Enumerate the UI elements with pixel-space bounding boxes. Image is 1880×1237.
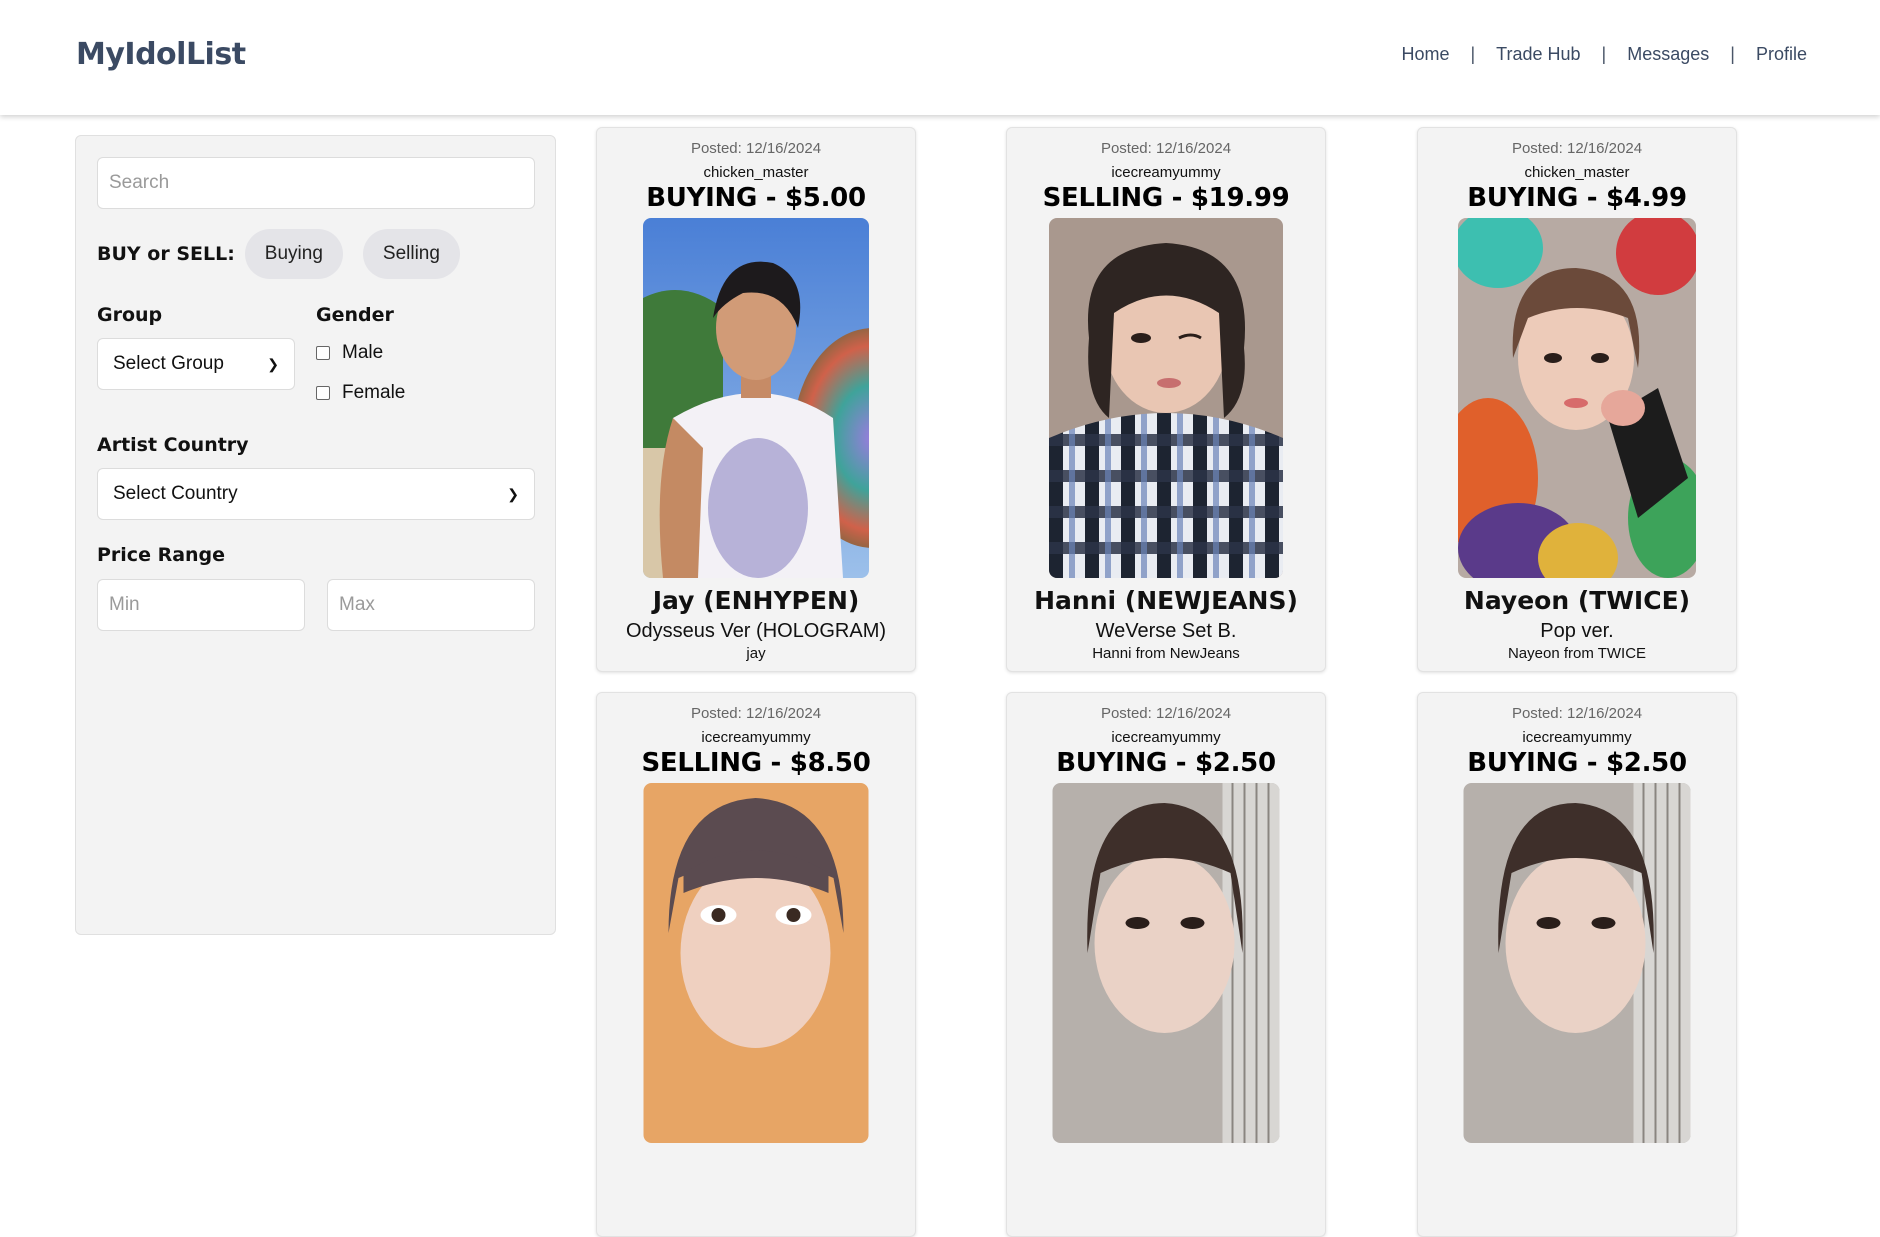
posted-date: Posted: 12/16/2024 [1511, 140, 1643, 157]
country-label: Artist Country [97, 434, 249, 456]
nav-separator: | [1470, 44, 1476, 64]
filter-sidebar: BUY or SELL: Buying Selling Group Select… [75, 135, 556, 935]
male-checkbox[interactable] [316, 346, 330, 360]
buy-sell-label: BUY or SELL: [97, 243, 235, 265]
listing-user[interactable]: icecreamyummy [597, 729, 915, 746]
price-range-label: Price Range [97, 544, 226, 566]
listing-card[interactable]: Posted: 12/16/2024 icecreamyummy SELLING… [596, 692, 916, 1237]
listing-price: SELLING - $19.99 [1042, 183, 1290, 213]
posted-date: Posted: 12/16/2024 [1511, 705, 1643, 722]
photocard-image[interactable] [1458, 218, 1696, 578]
female-checkbox[interactable] [316, 386, 330, 400]
card-description: Hanni from NewJeans [1092, 645, 1240, 662]
posted-date: Posted: 12/16/2024 [1100, 705, 1232, 722]
listing-user[interactable]: chicken_master [1418, 164, 1736, 181]
male-label: Male [342, 342, 384, 363]
listing-card[interactable]: Posted: 12/16/2024 icecreamyummy BUYING … [1417, 692, 1737, 1237]
photocard-image[interactable] [1052, 783, 1280, 1143]
selling-toggle[interactable]: Selling [362, 229, 460, 279]
card-description: jay [746, 645, 766, 662]
card-version: Pop ver. [1540, 620, 1614, 642]
nav-separator: | [1730, 44, 1735, 64]
gender-option-male[interactable]: Male [316, 342, 383, 364]
nav-profile[interactable]: Profile [1756, 44, 1807, 65]
max-price-input[interactable] [327, 579, 535, 631]
listing-price: BUYING - $4.99 [1467, 183, 1687, 213]
search-input[interactable] [97, 157, 535, 209]
idol-name: Nayeon (TWICE) [1463, 586, 1691, 615]
idol-name: Hanni (NEWJEANS) [1034, 586, 1298, 615]
listing-price: SELLING - $8.50 [641, 748, 871, 778]
chevron-down-icon: ❯ [507, 485, 519, 502]
nav-home[interactable]: Home [1401, 44, 1449, 65]
listing-card[interactable]: Posted: 12/16/2024 icecreamyummy SELLING… [1006, 127, 1326, 672]
listing-card[interactable]: Posted: 12/16/2024 icecreamyummy BUYING … [1006, 692, 1326, 1237]
gender-label: Gender [316, 304, 394, 326]
listing-user[interactable]: chicken_master [597, 164, 915, 181]
brand-logo[interactable]: MyIdolList [76, 37, 246, 72]
photocard-image[interactable] [1463, 783, 1691, 1143]
listing-price: BUYING - $5.00 [646, 183, 866, 213]
female-label: Female [342, 382, 406, 403]
top-navbar: MyIdolList Home | Trade Hub | Messages |… [0, 0, 1880, 115]
listing-user[interactable]: icecreamyummy [1418, 729, 1736, 746]
listing-user[interactable]: icecreamyummy [1007, 729, 1325, 746]
country-select-value: Select Country [113, 483, 238, 504]
photocard-image[interactable] [643, 218, 869, 578]
nav-trade-hub[interactable]: Trade Hub [1496, 44, 1580, 65]
listing-price: BUYING - $2.50 [1056, 748, 1276, 778]
posted-date: Posted: 12/16/2024 [1100, 140, 1232, 157]
photocard-image[interactable] [643, 783, 869, 1143]
main-nav: Home | Trade Hub | Messages | Profile [1401, 44, 1807, 65]
chevron-down-icon: ❯ [267, 355, 279, 372]
listing-card[interactable]: Posted: 12/16/2024 chicken_master BUYING… [1417, 127, 1737, 672]
buy-sell-filter: BUY or SELL: Buying Selling [97, 229, 480, 279]
buying-toggle[interactable]: Buying [244, 229, 343, 279]
card-description: Nayeon from TWICE [1507, 645, 1647, 662]
listing-user[interactable]: icecreamyummy [1007, 164, 1325, 181]
nav-separator: | [1601, 44, 1607, 64]
idol-name: Jay (ENHYPEN) [652, 586, 860, 615]
card-version: WeVerse Set B. [1095, 620, 1237, 642]
listing-card[interactable]: Posted: 12/16/2024 chicken_master BUYING… [596, 127, 916, 672]
posted-date: Posted: 12/16/2024 [690, 705, 822, 722]
photocard-image[interactable] [1049, 218, 1283, 578]
group-select-value: Select Group [113, 353, 224, 374]
gender-option-female[interactable]: Female [316, 382, 405, 404]
group-label: Group [97, 304, 163, 326]
posted-date: Posted: 12/16/2024 [690, 140, 822, 157]
listing-price: BUYING - $2.50 [1467, 748, 1687, 778]
card-version: Odysseus Ver (HOLOGRAM) [625, 620, 887, 642]
country-select[interactable]: Select Country ❯ [97, 468, 535, 520]
nav-messages[interactable]: Messages [1627, 44, 1709, 65]
min-price-input[interactable] [97, 579, 305, 631]
group-select[interactable]: Select Group ❯ [97, 338, 295, 390]
